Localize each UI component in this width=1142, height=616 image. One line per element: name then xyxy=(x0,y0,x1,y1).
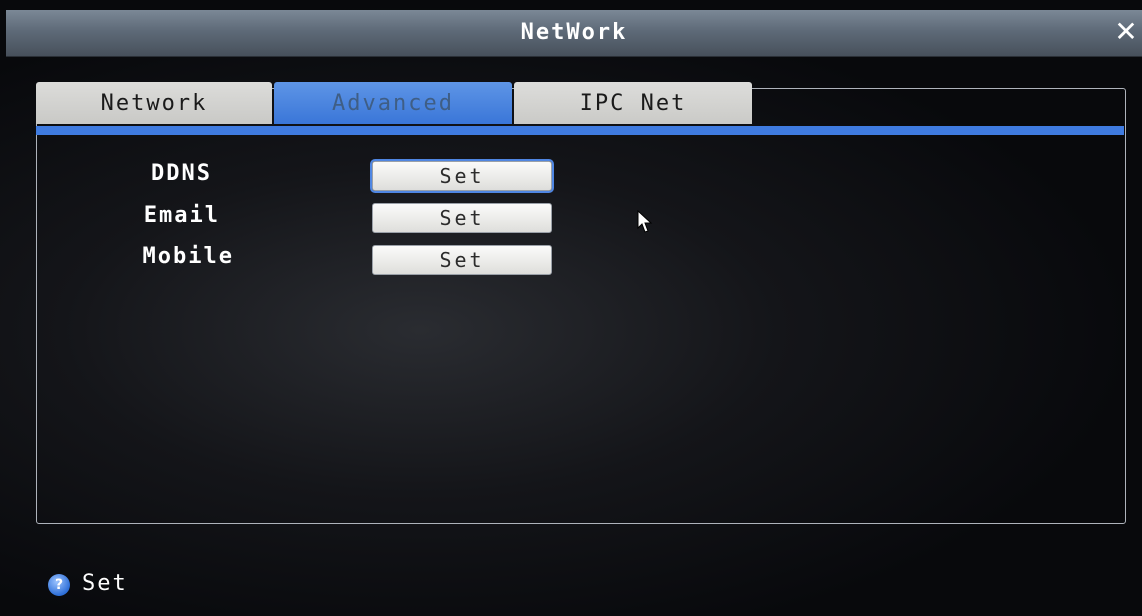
ddns-set-button[interactable]: Set xyxy=(372,161,552,191)
mobile-set-button[interactable]: Set xyxy=(372,245,552,275)
content-panel xyxy=(36,88,1126,524)
dvr-screen: NetWork ✕ Network Advanced IPC Net DDNS … xyxy=(0,0,1142,616)
ddns-label: DDNS xyxy=(151,161,212,186)
tab-advanced[interactable]: Advanced xyxy=(274,82,512,124)
window-title: NetWork xyxy=(520,20,628,45)
tab-ipc-net[interactable]: IPC Net xyxy=(514,82,752,124)
mouse-cursor-icon xyxy=(637,210,653,233)
email-label: Email xyxy=(143,203,220,228)
email-set-button[interactable]: Set xyxy=(372,203,552,233)
help-icon: ? xyxy=(48,574,70,596)
tab-underline xyxy=(36,126,1124,135)
mobile-label: Mobile xyxy=(142,244,234,269)
close-icon[interactable]: ✕ xyxy=(1112,18,1140,46)
tab-network[interactable]: Network xyxy=(36,82,272,124)
title-bar: NetWork ✕ xyxy=(6,10,1142,57)
tab-bar: Network Advanced IPC Net xyxy=(36,82,1124,126)
status-text: Set xyxy=(82,571,128,596)
